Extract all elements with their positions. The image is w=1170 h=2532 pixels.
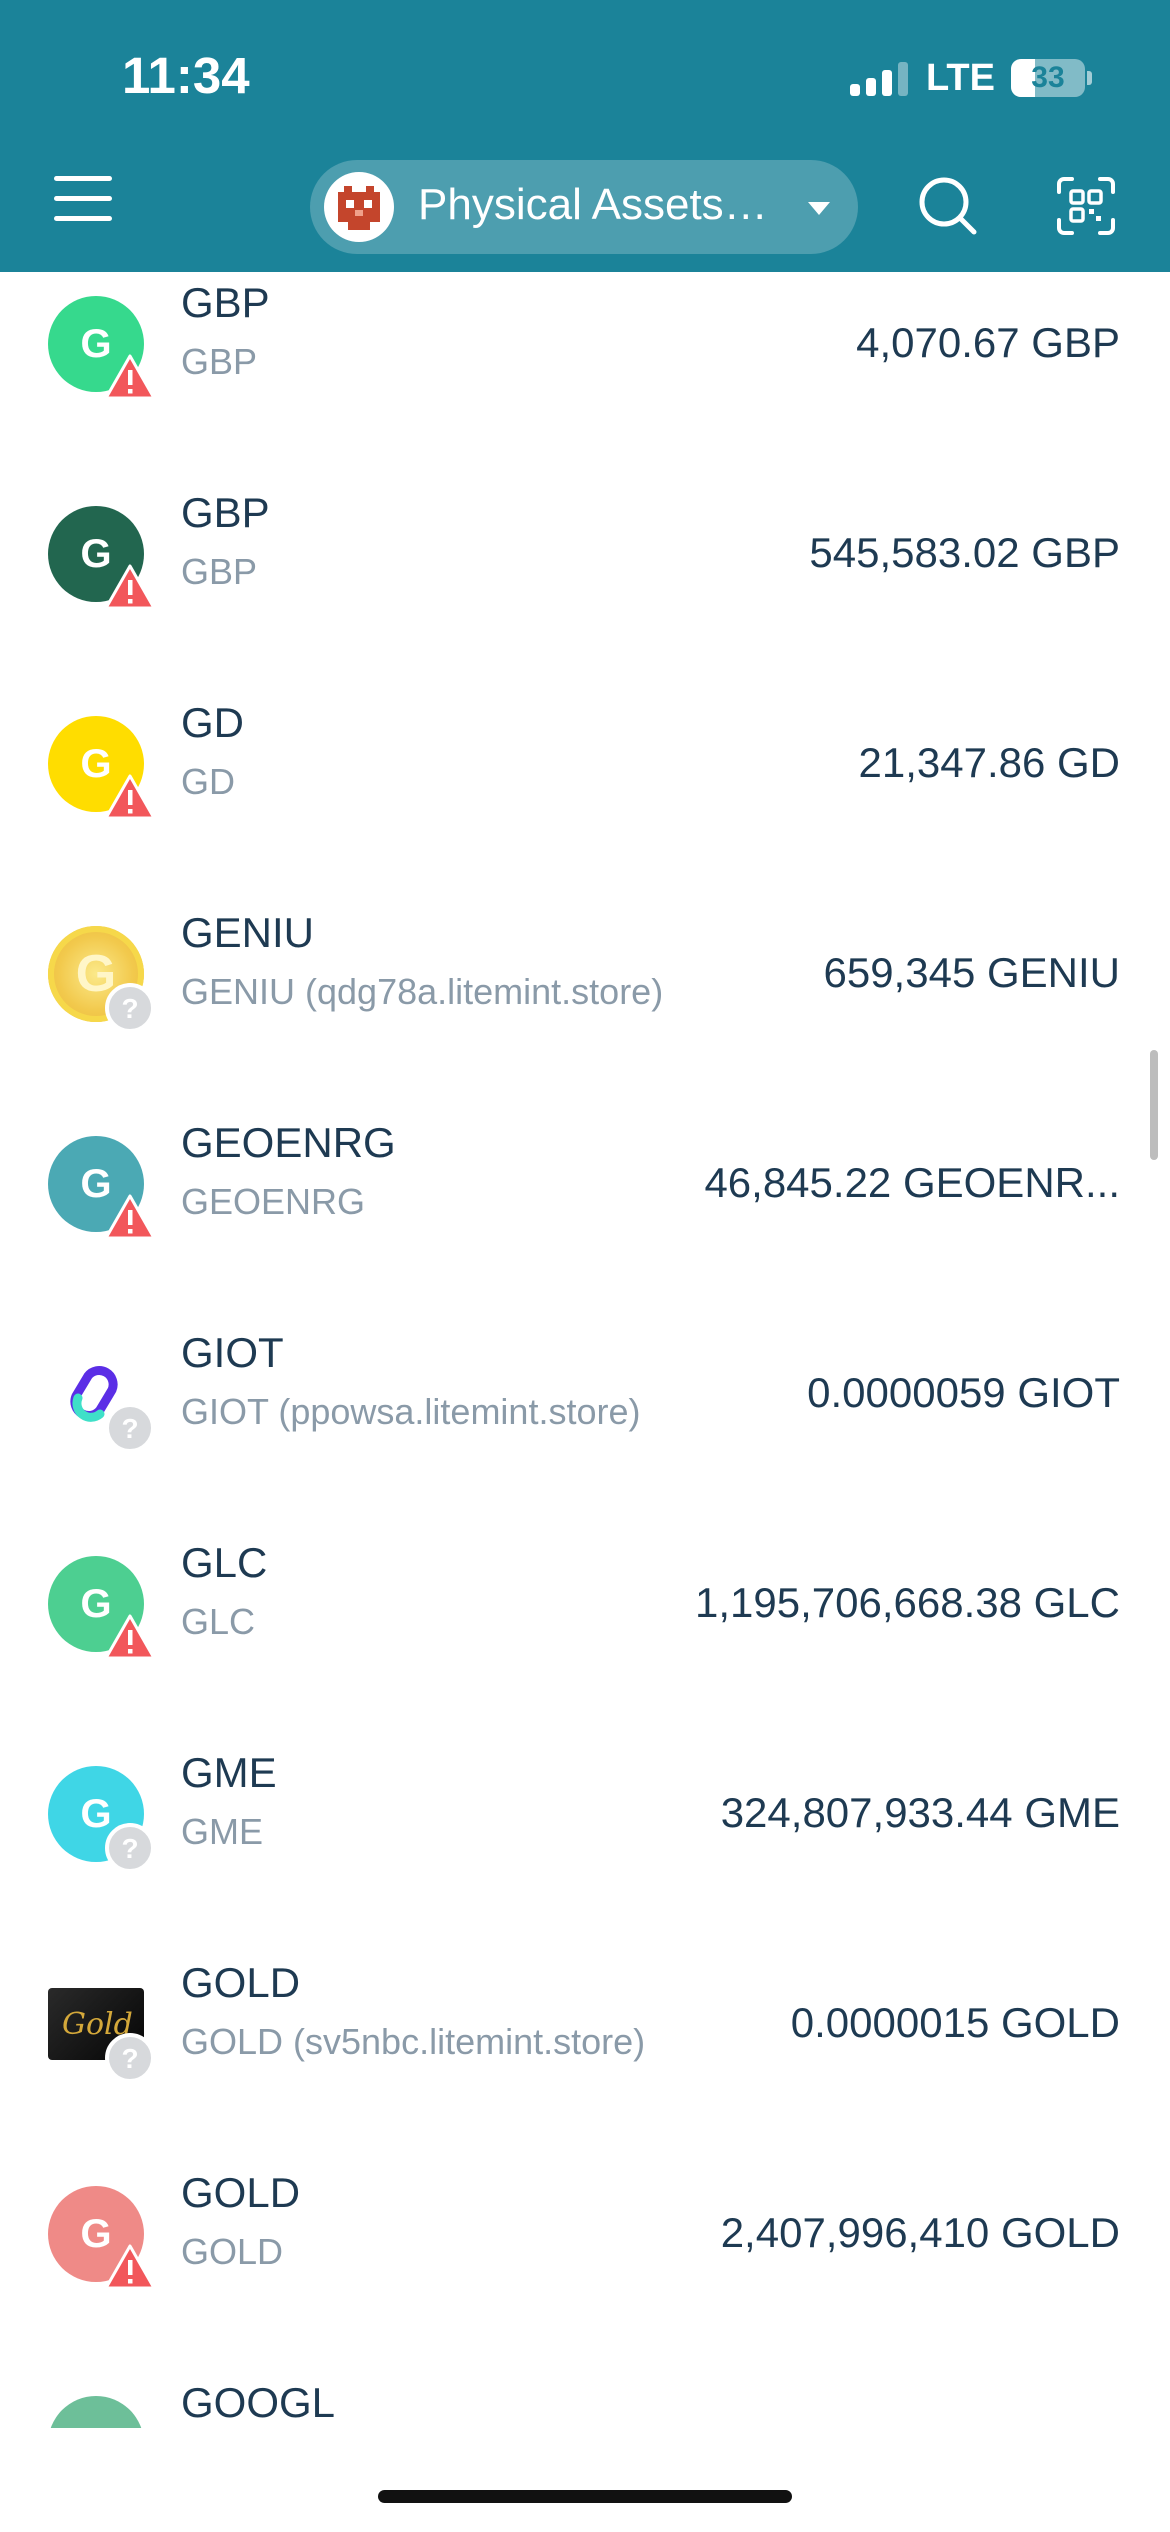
battery-tip: [1086, 71, 1092, 85]
asset-row[interactable]: ? GIOT GIOT (ppowsa.litemint.store) 0.00000…: [0, 1289, 1170, 1499]
asset-list: G GBP GBP 4,070.67 GBP G GBP GBP 545,583.02 GBP…: [0, 272, 1170, 2428]
asset-name: GOLD: [181, 1959, 301, 2006]
asset-row[interactable]: G GBP GBP 4,070.67 GBP: [0, 272, 1170, 449]
asset-row[interactable]: G GEOENRG GEOENRG 46,845.22 GEOENR...: [0, 1079, 1170, 1289]
asset-balance: 1,195,706,668.38 GLC: [694, 1579, 1120, 1626]
svg-text:?: ?: [121, 993, 138, 1024]
asset-subtitle: GBP: [181, 551, 258, 592]
asset-balance: 659,345 GENIU: [823, 949, 1120, 996]
asset-name: GBP: [181, 489, 270, 536]
asset-row[interactable]: G? GENIU GENIU (qdg78a.litemint.store) 659,…: [0, 869, 1170, 1079]
asset-subtitle: GEOENRG: [181, 1181, 366, 1222]
asset-balance: 46,845.22 GEOENR...: [704, 1159, 1120, 1206]
asset-row[interactable]: G? GME GME 324,807,933.44 GME: [0, 1709, 1170, 1919]
asset-name: GD: [181, 699, 244, 746]
battery-percent: 33: [1031, 61, 1065, 94]
top-header: 11:34 LTE 33 Physical Assets M: [0, 0, 1170, 272]
asset-row[interactable]: G GOLD GOLD 2,407,996,410 GOLD: [0, 2129, 1170, 2339]
asset-subtitle: GBP: [181, 341, 258, 382]
question-mark-icon: ?: [105, 2033, 155, 2083]
home-indicator: [378, 2490, 792, 2503]
account-selector[interactable]: Physical Assets Multisig Wallet: [310, 160, 858, 254]
asset-name: GOLD: [181, 2169, 301, 2216]
warning-icon: [104, 354, 156, 400]
asset-row[interactable]: Gold? GOLD GOLD (sv5nbc.litemint.store) 0.0…: [0, 1919, 1170, 2129]
asset-subtitle: GOLD (sv5nbc.litemint.store): [181, 2021, 646, 2062]
asset-icon: [48, 2396, 144, 2428]
asset-row[interactable]: G GLC GLC 1,195,706,668.38 GLC: [0, 1499, 1170, 1709]
network-type: LTE: [926, 56, 995, 99]
account-avatar-icon: [324, 172, 394, 242]
asset-row[interactable]: GOOGL: [0, 2339, 1170, 2428]
asset-balance: 545,583.02 GBP: [809, 529, 1120, 576]
warning-icon: [104, 1614, 156, 1660]
asset-subtitle: GLC: [181, 1601, 256, 1642]
caret-down-icon: [808, 202, 830, 215]
cellular-signal-icon: [850, 60, 908, 96]
question-mark-icon: ?: [105, 983, 155, 1033]
asset-name: GEOENRG: [181, 1119, 396, 1166]
asset-row[interactable]: G GBP GBP 545,583.02 GBP: [0, 449, 1170, 659]
asset-name: GIOT: [181, 1329, 284, 1376]
asset-name: GLC: [181, 1539, 268, 1586]
question-mark-icon: ?: [105, 1823, 155, 1873]
warning-icon: [104, 2244, 156, 2290]
svg-text:?: ?: [121, 2043, 138, 2074]
asset-name: GME: [181, 1749, 277, 1796]
asset-balance: 2,407,996,410 GOLD: [720, 2209, 1120, 2256]
asset-name: GENIU: [181, 909, 315, 956]
svg-text:?: ?: [121, 1413, 138, 1444]
asset-row[interactable]: G GD GD 21,347.86 GD: [0, 659, 1170, 869]
asset-balance: 0.0000059 GIOT: [807, 1369, 1120, 1416]
asset-balance: 0.0000015 GOLD: [790, 1999, 1120, 2046]
account-name: Physical Assets Multisig Wallet: [418, 180, 778, 229]
battery-icon: 33: [1010, 59, 1085, 97]
asset-balance: 4,070.67 GBP: [856, 319, 1120, 366]
status-time: 11:34: [122, 47, 250, 104]
asset-subtitle: GOLD: [181, 2231, 284, 2272]
asset-subtitle: GENIU (qdg78a.litemint.store): [181, 971, 664, 1012]
asset-subtitle: GME: [181, 1811, 264, 1852]
asset-balance: 21,347.86 GD: [858, 739, 1120, 786]
svg-text:?: ?: [121, 1833, 138, 1864]
status-indicators: LTE 33: [850, 56, 1092, 100]
hamburger-menu-icon[interactable]: [54, 176, 112, 228]
asset-name: GBP: [181, 279, 270, 326]
warning-icon: [104, 564, 156, 610]
qr-scan-icon[interactable]: [1056, 176, 1116, 236]
asset-name: GOOGL: [181, 2379, 336, 2426]
question-mark-icon: ?: [105, 1403, 155, 1453]
asset-subtitle: GD: [181, 761, 235, 802]
asset-subtitle: GIOT (ppowsa.litemint.store): [181, 1391, 641, 1432]
search-icon[interactable]: [918, 176, 978, 236]
scrollbar[interactable]: [1150, 1050, 1158, 1160]
asset-balance: 324,807,933.44 GME: [720, 1789, 1120, 1836]
warning-icon: [104, 1194, 156, 1240]
warning-icon: [104, 774, 156, 820]
